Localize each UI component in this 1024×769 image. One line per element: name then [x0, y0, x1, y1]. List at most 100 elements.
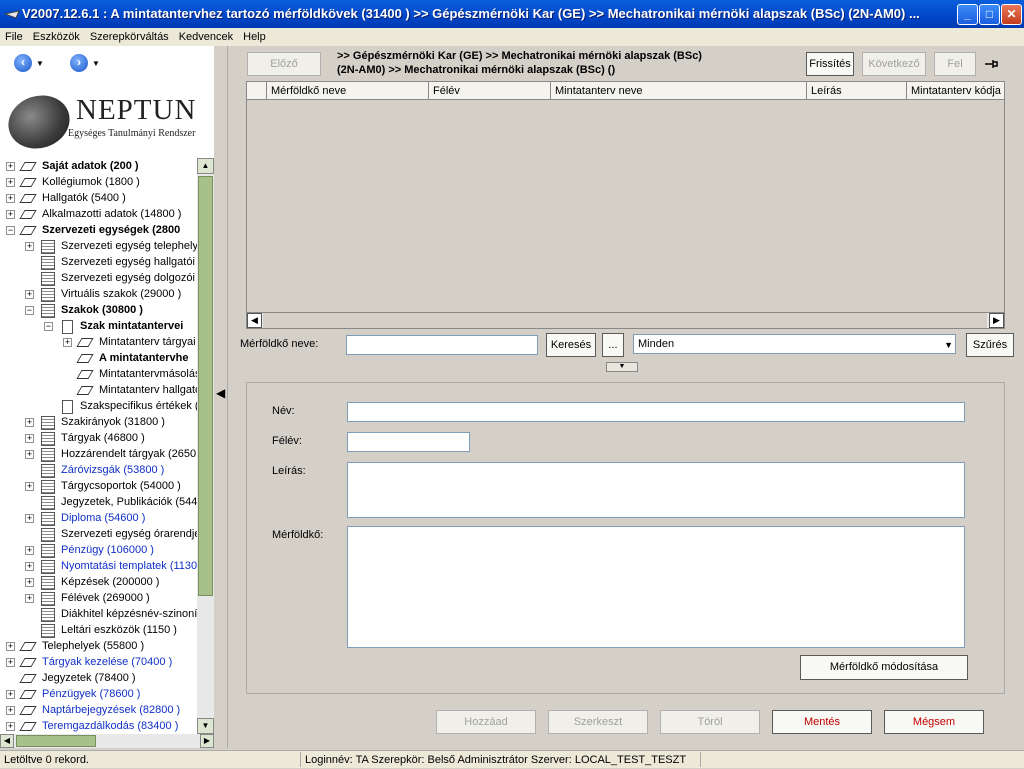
tree-item[interactable]: + Hallgatók (5400 ) — [0, 190, 197, 206]
scroll-thumb[interactable] — [16, 735, 96, 747]
tree-item[interactable]: Záróvizsgák (53800 ) — [0, 462, 197, 478]
add-button[interactable]: Hozzáad — [436, 710, 536, 734]
more-button[interactable]: ... — [602, 333, 624, 357]
expand-icon[interactable]: + — [6, 162, 15, 171]
tree-item[interactable]: + Tárgyak kezelése (70400 ) — [0, 654, 197, 670]
menu-file[interactable]: File — [0, 28, 28, 46]
back-button[interactable]: ‹ ▼ — [14, 54, 48, 72]
expand-icon[interactable]: + — [25, 482, 34, 491]
tree-item[interactable]: + Pénzügy (106000 ) — [0, 542, 197, 558]
prev-button[interactable]: Előző — [247, 52, 321, 76]
semester-input[interactable] — [347, 432, 470, 452]
modify-milestone-button[interactable]: Mérföldkő módosítása — [800, 655, 968, 680]
tree-item[interactable]: + Pénzügyek (78600 ) — [0, 686, 197, 702]
up-button[interactable]: Fel — [934, 52, 976, 76]
collapse-icon[interactable]: − — [44, 322, 53, 331]
expand-icon[interactable]: + — [25, 290, 34, 299]
tree-item[interactable]: + Telephelyek (55800 ) — [0, 638, 197, 654]
scroll-left-icon[interactable]: ◀ — [247, 313, 262, 328]
tree-item[interactable]: Jegyzetek (78400 ) — [0, 670, 197, 686]
collapse-panel-icon[interactable]: ◀ — [216, 386, 225, 400]
collapse-detail-icon[interactable]: ▼ — [606, 362, 638, 372]
tree-item[interactable]: + Szakirányok (31800 ) — [0, 414, 197, 430]
tree-vertical-scrollbar[interactable]: ▲ ▼ — [197, 158, 214, 734]
tree-item[interactable]: + Nyomtatási templatek (1130 — [0, 558, 197, 574]
milestone-name-filter-input[interactable] — [346, 335, 538, 355]
menu-help[interactable]: Help — [238, 28, 271, 46]
tree-item[interactable]: Szervezeti egység órarendje — [0, 526, 197, 542]
tree-item[interactable]: Szervezeti egység hallgatói ( — [0, 254, 197, 270]
tree-item[interactable]: + Hozzárendelt tárgyak (2650 — [0, 446, 197, 462]
delete-button[interactable]: Töröl — [660, 710, 760, 734]
expand-icon[interactable]: + — [25, 418, 34, 427]
menu-role-switch[interactable]: Szerepkörváltás — [85, 28, 174, 46]
tree-item[interactable]: Leltári eszközök (1150 ) — [0, 622, 197, 638]
refresh-button[interactable]: Frissítés — [806, 52, 854, 76]
tree-item[interactable]: + Tárgycsoportok (54000 ) — [0, 478, 197, 494]
tree-item[interactable]: Szervezeti egység dolgozói ( — [0, 270, 197, 286]
column-header[interactable]: Félév — [429, 82, 551, 100]
expand-icon[interactable]: + — [6, 642, 15, 651]
milestone-textarea[interactable] — [347, 526, 965, 648]
filter-dropdown[interactable]: Minden ▼ — [633, 334, 956, 354]
tree-item[interactable]: + Félévek (269000 ) — [0, 590, 197, 606]
scroll-up-icon[interactable]: ▲ — [197, 158, 214, 174]
search-button[interactable]: Keresés — [546, 333, 596, 357]
grid-horizontal-scrollbar[interactable]: ◀ ▶ — [246, 312, 1005, 329]
expand-icon[interactable]: + — [6, 706, 15, 715]
dropdown-arrow-icon[interactable]: ▼ — [36, 59, 44, 68]
tree-item[interactable]: Diákhitel képzésnév-szinoní — [0, 606, 197, 622]
column-header[interactable]: Mérföldkő neve — [267, 82, 429, 100]
panel-splitter[interactable]: ◀ — [214, 46, 228, 748]
tree-item[interactable]: − Szakok (30800 ) — [0, 302, 197, 318]
edit-button[interactable]: Szerkeszt — [548, 710, 648, 734]
expand-icon[interactable]: + — [25, 242, 34, 251]
expand-icon[interactable]: + — [6, 690, 15, 699]
forward-button[interactable]: › ▼ — [70, 54, 104, 72]
save-button[interactable]: Mentés — [772, 710, 872, 734]
column-header[interactable]: Leírás — [807, 82, 907, 100]
pin-icon[interactable] — [981, 54, 1001, 74]
scroll-right-icon[interactable]: ▶ — [200, 734, 214, 748]
tree-item[interactable]: + Szervezeti egység telephelye — [0, 238, 197, 254]
menu-tools[interactable]: Eszközök — [28, 28, 85, 46]
dropdown-arrow-icon[interactable]: ▼ — [92, 59, 100, 68]
tree-item[interactable]: Mintatanterv hallgató — [0, 382, 197, 398]
menu-favorites[interactable]: Kedvencek — [174, 28, 238, 46]
tree-item[interactable]: + Virtuális szakok (29000 ) — [0, 286, 197, 302]
maximize-button[interactable]: □ — [979, 4, 1000, 25]
filter-button[interactable]: Szűrés — [966, 333, 1014, 357]
next-button[interactable]: Következő — [862, 52, 926, 76]
expand-icon[interactable]: + — [6, 210, 15, 219]
expand-icon[interactable]: + — [25, 514, 34, 523]
cancel-button[interactable]: Mégsem — [884, 710, 984, 734]
name-input[interactable] — [347, 402, 965, 422]
scroll-thumb[interactable] — [198, 176, 213, 596]
minimize-button[interactable]: _ — [957, 4, 978, 25]
expand-icon[interactable]: + — [6, 658, 15, 667]
tree-item[interactable]: Jegyzetek, Publikációk (544 — [0, 494, 197, 510]
expand-icon[interactable]: + — [25, 594, 34, 603]
expand-icon[interactable]: + — [25, 578, 34, 587]
tree-item[interactable]: + Mintatanterv tárgyai — [0, 334, 197, 350]
scroll-track[interactable] — [263, 313, 987, 328]
tree-item[interactable]: + Képzések (200000 ) — [0, 574, 197, 590]
tree-item[interactable]: − Szervezeti egységek (2800 — [0, 222, 197, 238]
tree-horizontal-scrollbar[interactable]: ◀ ▶ — [0, 734, 214, 748]
expand-icon[interactable]: + — [63, 338, 72, 347]
expand-icon[interactable]: + — [25, 546, 34, 555]
expand-icon[interactable]: + — [25, 562, 34, 571]
tree-item[interactable]: + Saját adatok (200 ) — [0, 158, 197, 174]
close-button[interactable]: ✕ — [1001, 4, 1022, 25]
column-header[interactable]: Mintatanterv kódja — [907, 82, 1004, 100]
tree-item[interactable]: + Naptárbejegyzések (82800 ) — [0, 702, 197, 718]
collapse-icon[interactable]: − — [6, 226, 15, 235]
expand-icon[interactable]: + — [6, 194, 15, 203]
chevron-down-icon[interactable]: ▼ — [944, 336, 953, 354]
expand-icon[interactable]: + — [25, 450, 34, 459]
tree-item[interactable]: A mintatantervhe — [0, 350, 197, 366]
tree-item[interactable]: + Diploma (54600 ) — [0, 510, 197, 526]
scroll-left-icon[interactable]: ◀ — [0, 734, 14, 748]
expand-icon[interactable]: + — [25, 434, 34, 443]
tree-item[interactable]: + Alkalmazotti adatok (14800 ) — [0, 206, 197, 222]
